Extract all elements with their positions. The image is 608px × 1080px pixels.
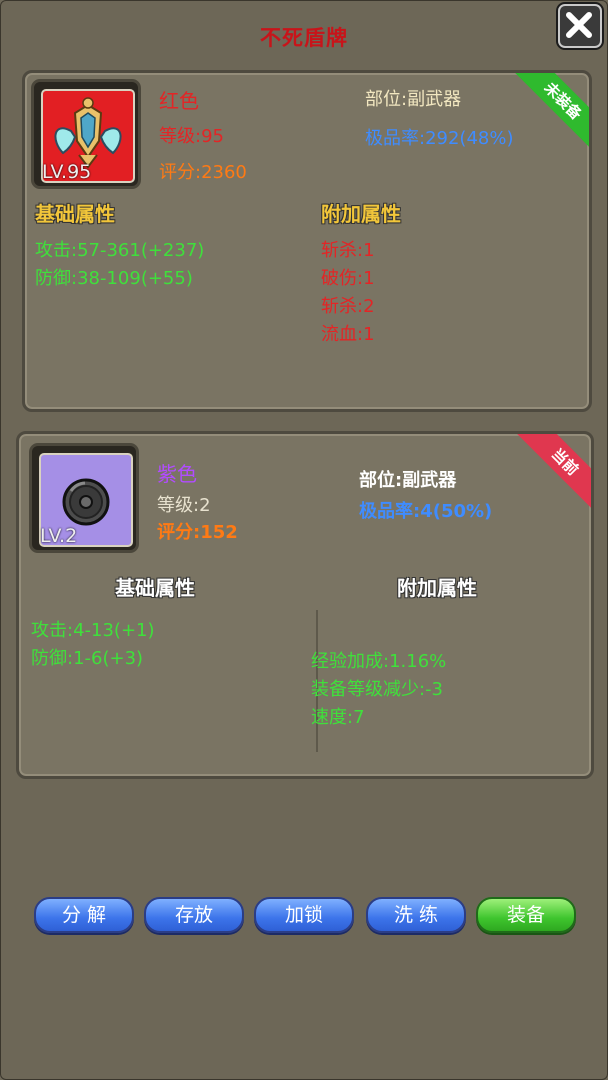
item-score: 评分:2360 [159, 162, 247, 183]
status-ribbon: 当前 [513, 434, 591, 512]
item-level-badge: LV.95 [42, 161, 92, 183]
item-slot: 部位:副武器 [359, 470, 457, 491]
close-icon [566, 12, 592, 38]
refine-button[interactable]: 洗 练 [366, 897, 466, 933]
extra-attributes-header: 附加属性 [397, 576, 477, 600]
current-item-card: 当前 LV.2 紫色 等级:2 评分:152 部位:副武器 极品率:4(50%)… [16, 431, 594, 779]
item-rate: 极品率:4(50%) [359, 501, 493, 522]
item-quality: 红色 [159, 89, 199, 113]
status-ribbon-label: 未装备 [511, 73, 589, 151]
extra-attr: 经验加成:1.16% [311, 651, 447, 672]
item-quality: 紫色 [157, 462, 197, 486]
extra-attr: 速度:7 [311, 707, 365, 728]
item-level: 等级:95 [159, 126, 224, 147]
extra-attr: 破伤:1 [321, 268, 375, 289]
equip-button[interactable]: 装备 [476, 897, 576, 933]
extra-attr: 斩杀:1 [321, 240, 375, 261]
status-ribbon-label: 当前 [513, 434, 591, 512]
item-slot: 部位:副武器 [365, 89, 462, 110]
close-button[interactable] [558, 4, 602, 48]
base-attributes-header: 基础属性 [115, 576, 195, 600]
item-icon-slot[interactable]: LV.2 [29, 443, 139, 553]
extra-attr: 斩杀:2 [321, 296, 375, 317]
status-ribbon: 未装备 [511, 73, 589, 151]
lock-button[interactable]: 加锁 [254, 897, 354, 933]
store-button[interactable]: 存放 [144, 897, 244, 933]
extra-attr: 装备等级减少:-3 [311, 679, 444, 700]
base-attr: 防御:1-6(+3) [31, 648, 144, 669]
base-attr: 攻击:57-361(+237) [35, 240, 205, 261]
extra-attr: 流血:1 [321, 324, 375, 345]
new-item-card: 未装备 LV.95 红色 等级:95 评分:2360 部位:副武器 极品率:29… [22, 70, 592, 412]
base-attributes-header: 基础属性 [35, 202, 115, 226]
item-rate: 极品率:292(48%) [365, 128, 514, 149]
dialog-title: 不死盾牌 [260, 26, 348, 50]
extra-attributes-header: 附加属性 [321, 202, 401, 226]
item-score: 评分:152 [157, 522, 238, 543]
item-level: 等级:2 [157, 495, 211, 516]
base-attr: 防御:38-109(+55) [35, 268, 193, 289]
decompose-button[interactable]: 分 解 [34, 897, 134, 933]
base-attr: 攻击:4-13(+1) [31, 620, 155, 641]
item-icon-slot[interactable]: LV.95 [31, 79, 141, 189]
item-level-badge: LV.2 [40, 525, 78, 547]
